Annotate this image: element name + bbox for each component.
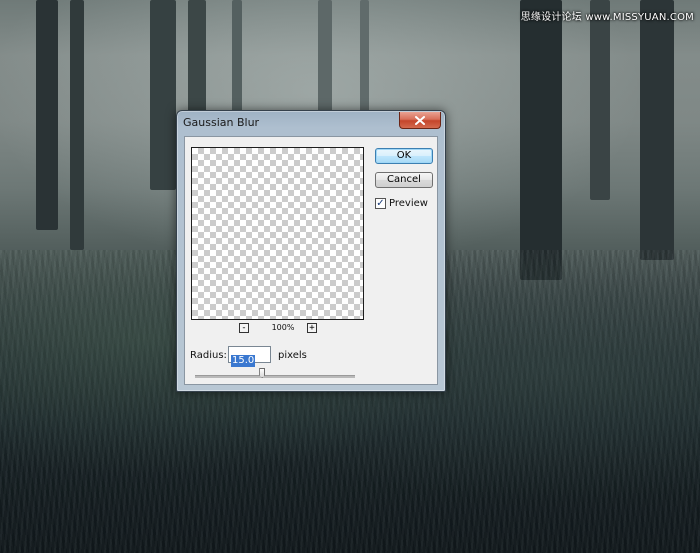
zoom-level-label: 100%: [271, 323, 295, 332]
radius-input[interactable]: 15.0: [228, 346, 271, 367]
tree-trunk: [36, 0, 58, 230]
dialog-title: Gaussian Blur: [183, 116, 260, 129]
radius-value: 15.0: [231, 355, 256, 367]
gaussian-blur-dialog: Gaussian Blur - 100% + Radius: 15.0 pixe…: [176, 110, 446, 392]
ok-button[interactable]: OK: [375, 148, 433, 164]
close-icon: [415, 115, 425, 125]
tree-trunk: [360, 0, 369, 120]
dialog-client-area: - 100% + Radius: 15.0 pixels OK Cancel ✓…: [184, 136, 438, 385]
preview-checkbox[interactable]: ✓: [375, 198, 386, 209]
cancel-button[interactable]: Cancel: [375, 172, 433, 188]
zoom-out-button[interactable]: -: [239, 323, 249, 333]
preview-canvas[interactable]: [191, 147, 364, 320]
close-button[interactable]: [399, 112, 441, 129]
radius-slider-track[interactable]: [195, 375, 355, 378]
radius-label: Radius:: [190, 350, 227, 361]
tree-trunk: [640, 0, 674, 260]
tree-trunk: [318, 0, 332, 120]
zoom-in-button[interactable]: +: [307, 323, 317, 333]
preview-label: Preview: [389, 198, 428, 209]
radius-unit-label: pixels: [278, 350, 307, 361]
watermark-text: 思缘设计论坛 www.MISSYUAN.COM: [520, 12, 694, 23]
tree-trunk: [150, 0, 176, 190]
tree-trunk: [520, 0, 562, 280]
tree-trunk: [70, 0, 84, 250]
tree-trunk: [590, 0, 610, 200]
